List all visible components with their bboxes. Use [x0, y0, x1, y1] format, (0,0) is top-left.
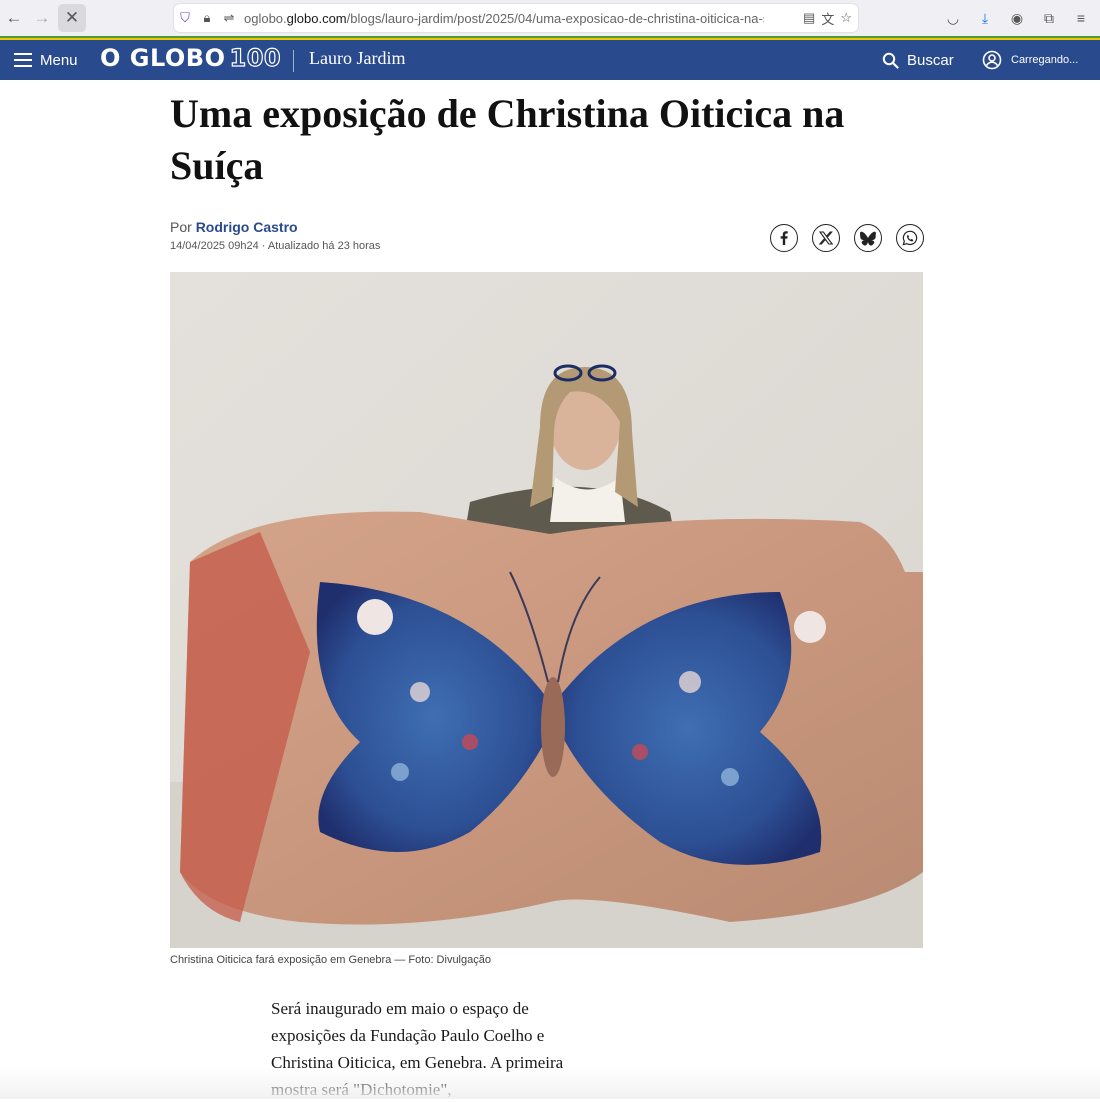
app-menu-icon[interactable]: ≡ [1070, 10, 1092, 26]
search-label: Buscar [907, 51, 954, 69]
downloads-icon[interactable]: ⤓ [974, 10, 996, 27]
photo-caption: Christina Oiticica fará exposição em Gen… [170, 954, 491, 966]
search-icon [882, 52, 899, 69]
hamburger-icon [14, 53, 32, 67]
site-header: Menu O GLOBO 100 Lauro Jardim Buscar Carr… [0, 40, 1100, 80]
share-buttons [770, 224, 924, 252]
logo-divider [293, 50, 294, 72]
back-arrow-icon[interactable]: ← [0, 4, 28, 32]
facebook-icon [780, 231, 788, 245]
user-label: Carregando... [1011, 54, 1079, 66]
whatsapp-icon [902, 230, 918, 246]
article-photo[interactable] [170, 272, 923, 948]
byline: Por Rodrigo Castro [170, 219, 298, 235]
extensions-icon[interactable]: ⧉ [1038, 10, 1060, 27]
section-name[interactable]: Lauro Jardim [309, 48, 405, 69]
menu-button[interactable]: Menu [14, 40, 78, 80]
user-icon [982, 50, 1002, 70]
menu-label: Menu [40, 51, 78, 69]
browser-toolbar: ← → ✕ ⛉ 🔒︎ ⇌ oglobo.globo.com/blogs/laur… [0, 0, 1100, 36]
reader-view-icon[interactable]: ▤ [803, 10, 815, 26]
oglobo-logo[interactable]: O GLOBO 100 [100, 43, 281, 72]
x-share-button[interactable] [812, 224, 840, 252]
bottom-fade [0, 1068, 1100, 1099]
url-text[interactable]: oglobo.globo.com/blogs/lauro-jardim/post… [244, 11, 764, 26]
facebook-share-button[interactable] [770, 224, 798, 252]
article-headline: Uma exposição de Christina Oiticica na S… [170, 91, 845, 188]
whatsapp-share-button[interactable] [896, 224, 924, 252]
stop-loading-icon[interactable]: ✕ [58, 4, 86, 32]
bluesky-share-button[interactable] [854, 224, 882, 252]
account-icon[interactable]: ◉ [1006, 10, 1028, 27]
lock-icon[interactable]: 🔒︎ [196, 10, 218, 26]
search-button[interactable]: Buscar [882, 40, 954, 80]
bookmark-star-icon[interactable]: ☆ [840, 10, 852, 26]
translate-icon[interactable]: 文 [821, 9, 834, 28]
byline-prefix: Por [170, 219, 192, 235]
permissions-icon[interactable]: ⇌ [218, 10, 240, 26]
x-icon [818, 231, 834, 245]
author-link[interactable]: Rodrigo Castro [196, 219, 298, 235]
bluesky-icon [860, 231, 876, 246]
publish-date: 14/04/2025 09h24 · Atualizado há 23 hora… [170, 240, 381, 252]
forward-arrow-icon[interactable]: → [28, 4, 56, 32]
user-login-button[interactable]: Carregando... [982, 40, 1078, 80]
photo-image [170, 272, 923, 948]
address-bar[interactable]: ⛉ 🔒︎ ⇌ oglobo.globo.com/blogs/lauro-jard… [174, 4, 858, 32]
tracking-shield-icon[interactable]: ⛉ [174, 10, 196, 26]
pocket-icon[interactable]: ◡ [942, 10, 964, 27]
